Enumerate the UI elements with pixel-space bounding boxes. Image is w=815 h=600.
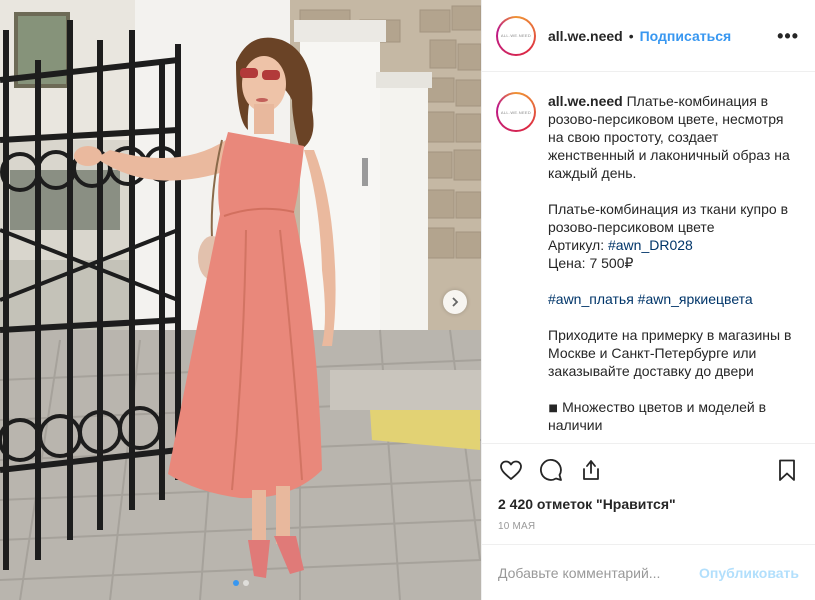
carousel-dot xyxy=(242,580,249,586)
caption-fabric-line: Платье-комбинация из ткани купро в розов… xyxy=(548,201,789,235)
photo-illustration xyxy=(0,0,481,600)
caption-article-label: Артикул: xyxy=(548,237,608,253)
hashtag-bright-colors[interactable]: #awn_яркиецвета xyxy=(638,291,753,307)
publish-button[interactable]: Опубликовать xyxy=(699,565,799,581)
avatar-logo-text: ALL.WE.NEED xyxy=(500,33,532,38)
post-date[interactable]: 10 мая xyxy=(482,521,815,544)
caption-paragraph-5: ◾ Множество цветов и моделей в наличии xyxy=(548,399,767,433)
caption-text: all.we.need Платье-комбинация в розово-п… xyxy=(548,92,799,443)
comment-input[interactable] xyxy=(498,564,700,581)
avatar-logo-text: ALL.WE.NEED xyxy=(500,109,532,115)
avatar-logo: ALL.WE.NEED xyxy=(498,17,534,54)
hashtag-article[interactable]: #awn_DR028 xyxy=(608,237,693,253)
heart-icon[interactable] xyxy=(499,458,523,482)
instagram-post: ALL.WE.NEED all.we.need • Подписаться ••… xyxy=(0,0,815,600)
avatar[interactable]: ALL.WE.NEED xyxy=(496,15,536,56)
caption-username[interactable]: all.we.need xyxy=(548,93,623,109)
caption-price: Цена: 7 500₽ xyxy=(548,255,634,271)
post-header: ALL.WE.NEED all.we.need • Подписаться ••… xyxy=(482,0,815,72)
action-bar xyxy=(482,443,815,495)
carousel-dot-active xyxy=(232,580,239,586)
post-side-panel: ALL.WE.NEED all.we.need • Подписаться ••… xyxy=(481,0,815,600)
more-options-button[interactable]: ••• xyxy=(777,27,799,45)
header-separator: • xyxy=(628,27,634,44)
caption-paragraph-4: Приходите на примерку в магазины в Москв… xyxy=(548,327,792,379)
caption-area[interactable]: ALL.WE.NEED all.we.need Платье-комбинаци… xyxy=(482,72,815,443)
share-icon[interactable] xyxy=(579,458,603,482)
bookmark-icon[interactable] xyxy=(775,458,799,482)
carousel-indicator xyxy=(0,580,481,586)
caption-avatar[interactable]: ALL.WE.NEED xyxy=(496,92,536,132)
follow-button[interactable]: Подписаться xyxy=(640,28,732,44)
carousel-next-button[interactable] xyxy=(443,290,467,314)
header-username[interactable]: all.we.need xyxy=(548,28,623,44)
post-photo[interactable] xyxy=(0,0,481,600)
comment-form: Опубликовать xyxy=(482,544,815,600)
comment-icon[interactable] xyxy=(539,458,563,482)
chevron-right-icon xyxy=(452,297,459,307)
likes-count[interactable]: 2 420 отметок "Нравится" xyxy=(482,495,815,521)
avatar-logo: ALL.WE.NEED xyxy=(498,94,534,130)
hashtag-dresses[interactable]: #awn_платья xyxy=(548,291,634,307)
